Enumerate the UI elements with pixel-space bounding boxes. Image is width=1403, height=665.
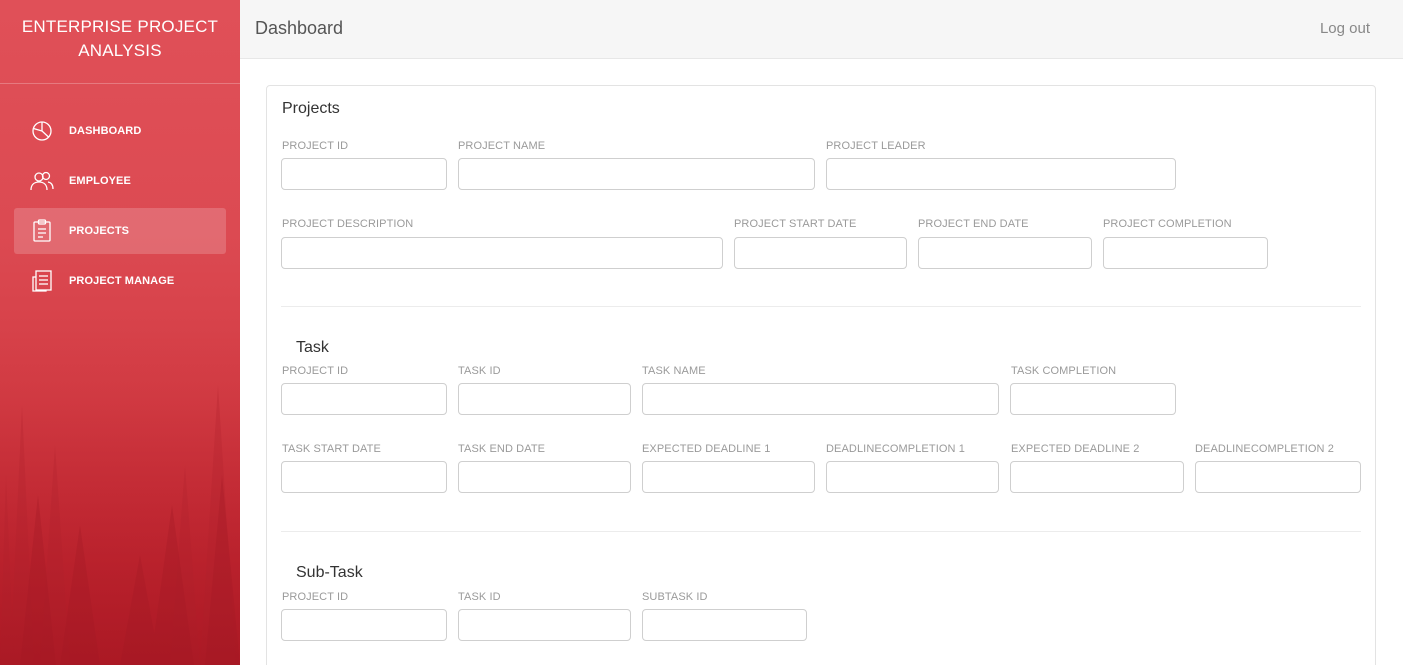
subtask-section-title: Sub-Task [296,564,363,581]
task-end-date-input[interactable] [458,461,631,493]
sidebar-item-label: DASHBOARD [69,125,142,137]
task-completion-label: TASK COMPLETION [1011,365,1117,377]
task-id-input[interactable] [458,383,631,415]
brand-line-2: ANALYSIS [78,41,162,60]
project-id-label: PROJECT ID [282,140,349,152]
project-completion-label: PROJECT COMPLETION [1103,218,1232,230]
sidebar: ENTERPRISE PROJECT ANALYSIS DASHBOARD EM… [0,0,240,665]
project-start-date-input[interactable] [734,237,907,269]
logout-link[interactable]: Log out [1320,20,1370,37]
project-end-date-label: PROJECT END DATE [918,218,1029,230]
projects-section-title: Projects [282,100,340,117]
page-title: Dashboard [255,18,344,38]
task-completion-input[interactable] [1010,383,1176,415]
project-description-input[interactable] [281,237,723,269]
project-id-input[interactable] [281,158,447,190]
forest-background [0,325,240,665]
sidebar-item-projects[interactable]: PROJECTS [14,208,226,254]
subtask-id-input[interactable] [642,609,807,641]
deadline-completion-2-label: DEADLINECOMPLETION 2 [1195,443,1334,455]
sidebar-item-dashboard[interactable]: DASHBOARD [14,108,226,154]
projects-card: Projects PROJECT ID PROJECT NAME PROJECT… [266,85,1376,665]
deadline-completion-1-input[interactable] [826,461,999,493]
expected-deadline-2-label: EXPECTED DEADLINE 2 [1011,443,1140,455]
task-project-id-label: PROJECT ID [282,365,349,377]
task-name-label: TASK NAME [642,365,706,377]
subtask-task-id-input[interactable] [458,609,631,641]
sidebar-item-label: PROJECTS [69,225,130,237]
subtask-project-id-input[interactable] [281,609,447,641]
expected-deadline-2-input[interactable] [1010,461,1184,493]
document-stack-icon [28,269,56,293]
sidebar-nav: DASHBOARD EMPLOYEE PROJECTS PROJECT MANA… [14,108,226,308]
expected-deadline-1-input[interactable] [642,461,815,493]
task-start-date-input[interactable] [281,461,447,493]
sidebar-item-employee[interactable]: EMPLOYEE [14,158,226,204]
project-leader-input[interactable] [826,158,1176,190]
section-divider [281,531,1361,532]
project-description-label: PROJECT DESCRIPTION [282,218,414,230]
sidebar-item-label: PROJECT MANAGE [69,275,175,287]
project-start-date-label: PROJECT START DATE [734,218,857,230]
task-section-title: Task [296,339,329,356]
project-name-label: PROJECT NAME [458,140,546,152]
pie-chart-icon [28,119,56,143]
section-divider [281,306,1361,307]
expected-deadline-1-label: EXPECTED DEADLINE 1 [642,443,771,455]
task-end-date-label: TASK END DATE [458,443,546,455]
project-leader-label: PROJECT LEADER [826,140,926,152]
project-name-input[interactable] [458,158,815,190]
task-id-label: TASK ID [458,365,501,377]
subtask-id-label: SUBTASK ID [642,591,708,603]
brand-divider [0,83,240,84]
task-project-id-input[interactable] [281,383,447,415]
brand-line-1: ENTERPRISE PROJECT [21,17,219,36]
sidebar-item-label: EMPLOYEE [69,175,131,187]
project-end-date-input[interactable] [918,237,1092,269]
deadline-completion-1-label: DEADLINECOMPLETION 1 [826,443,965,455]
top-bar: Dashboard Log out [240,0,1403,59]
task-start-date-label: TASK START DATE [282,443,381,455]
subtask-task-id-label: TASK ID [458,591,501,603]
subtask-project-id-label: PROJECT ID [282,591,349,603]
deadline-completion-2-input[interactable] [1195,461,1361,493]
sidebar-item-project-manage[interactable]: PROJECT MANAGE [14,258,226,304]
app-brand: ENTERPRISE PROJECT ANALYSIS [0,15,240,63]
task-name-input[interactable] [642,383,999,415]
users-icon [28,169,56,193]
clipboard-icon [28,219,56,243]
project-completion-input[interactable] [1103,237,1268,269]
